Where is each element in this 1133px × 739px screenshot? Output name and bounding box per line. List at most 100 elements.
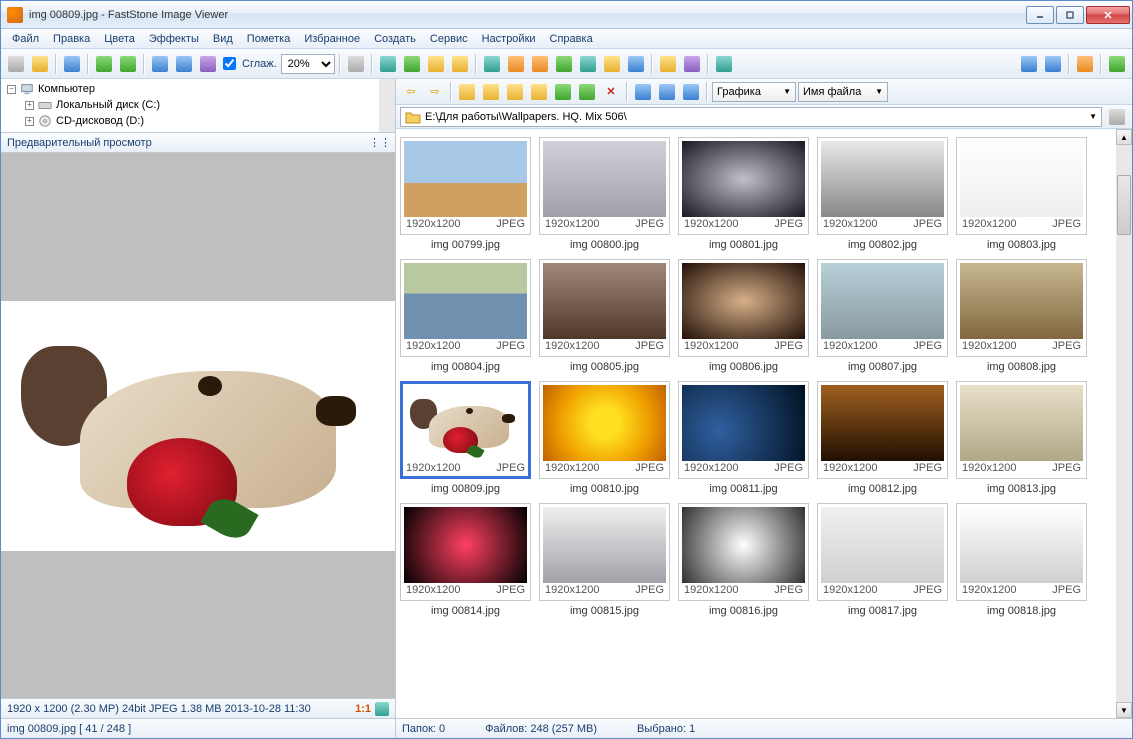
print-icon[interactable]	[681, 53, 703, 75]
thumb-card[interactable]: 1920x1200JPEGimg 00807.jpg	[817, 259, 948, 373]
undo-icon[interactable]	[93, 53, 115, 75]
delete-icon[interactable]: ✕	[600, 81, 622, 103]
hand-icon[interactable]	[345, 53, 367, 75]
thumb-frame[interactable]: 1920x1200JPEG	[539, 259, 670, 357]
crop-icon[interactable]	[449, 53, 471, 75]
refresh-icon[interactable]	[480, 81, 502, 103]
move-to-icon[interactable]	[576, 81, 598, 103]
rotate-left-icon[interactable]	[529, 53, 551, 75]
acquire-icon[interactable]	[5, 53, 27, 75]
maximize-button[interactable]	[1056, 6, 1084, 24]
thumb-frame[interactable]: 1920x1200JPEG	[400, 137, 531, 235]
menu-эффекты[interactable]: Эффекты	[142, 31, 206, 47]
thumb-frame[interactable]: 1920x1200JPEG	[956, 503, 1087, 601]
thumb-card[interactable]: 1920x1200JPEGimg 00817.jpg	[817, 503, 948, 617]
recycle-icon[interactable]	[1106, 106, 1128, 128]
zoom-fit-icon[interactable]	[197, 53, 219, 75]
resize-icon[interactable]	[481, 53, 503, 75]
rotate-right-icon[interactable]	[553, 53, 575, 75]
save-icon[interactable]	[61, 53, 83, 75]
thumb-card[interactable]: 1920x1200JPEGimg 00811.jpg	[678, 381, 809, 495]
thumb-frame[interactable]: 1920x1200JPEG	[678, 137, 809, 235]
thumb-card[interactable]: 1920x1200JPEGimg 00808.jpg	[956, 259, 1087, 373]
menu-файл[interactable]: Файл	[5, 31, 46, 47]
thumb-frame[interactable]: 1920x1200JPEG	[400, 381, 531, 479]
thumb-frame[interactable]: 1920x1200JPEG	[400, 259, 531, 357]
histogram-icon[interactable]	[375, 702, 389, 716]
thumb-card[interactable]: 1920x1200JPEGimg 00816.jpg	[678, 503, 809, 617]
view-mode-combo[interactable]: Графика▼	[712, 82, 796, 102]
thumb-card[interactable]: 1920x1200JPEGimg 00800.jpg	[539, 137, 670, 251]
batch-icon[interactable]	[425, 53, 447, 75]
back-icon[interactable]: ⇦	[400, 81, 422, 103]
browser-scrollbar[interactable]: ▲ ▼	[1116, 129, 1132, 718]
zoom-combo[interactable]: 20%	[281, 54, 335, 74]
dropdown-icon[interactable]: ▼	[1089, 112, 1097, 121]
zoom-out-icon[interactable]	[173, 53, 195, 75]
thumb-card[interactable]: 1920x1200JPEGimg 00812.jpg	[817, 381, 948, 495]
dual-icon[interactable]	[1106, 53, 1128, 75]
detailview-icon[interactable]	[680, 81, 702, 103]
wallpaper-icon[interactable]	[625, 53, 647, 75]
thumb-card[interactable]: 1920x1200JPEGimg 00799.jpg	[400, 137, 531, 251]
adjust-icon[interactable]	[505, 53, 527, 75]
favorite-icon[interactable]	[528, 81, 550, 103]
expand-icon[interactable]: +	[25, 117, 34, 126]
scroll-thumb[interactable]	[1117, 175, 1131, 235]
menu-настройки[interactable]: Настройки	[475, 31, 543, 47]
redo-icon[interactable]	[117, 53, 139, 75]
menu-справка[interactable]: Справка	[543, 31, 600, 47]
flip-h-icon[interactable]	[577, 53, 599, 75]
save-as-icon[interactable]	[29, 53, 51, 75]
settings-icon[interactable]	[713, 53, 735, 75]
thumb-card[interactable]: 1920x1200JPEGimg 00804.jpg	[400, 259, 531, 373]
view-thumb-icon[interactable]	[1018, 53, 1040, 75]
tree-scrollbar[interactable]	[379, 79, 395, 132]
view-list-icon[interactable]	[1042, 53, 1064, 75]
thumb-card[interactable]: 1920x1200JPEGimg 00818.jpg	[956, 503, 1087, 617]
grip-icon[interactable]: ⋮⋮	[369, 136, 391, 149]
thumb-frame[interactable]: 1920x1200JPEG	[678, 503, 809, 601]
thumb-frame[interactable]: 1920x1200JPEG	[539, 137, 670, 235]
up-icon[interactable]	[456, 81, 478, 103]
thumb-frame[interactable]: 1920x1200JPEG	[817, 381, 948, 479]
thumb-frame[interactable]: 1920x1200JPEG	[956, 381, 1087, 479]
address-field[interactable]: E:\Для работы\Wallpapers. HQ. Mix 506\ ▼	[400, 107, 1102, 127]
thumb-frame[interactable]: 1920x1200JPEG	[400, 503, 531, 601]
menu-правка[interactable]: Правка	[46, 31, 97, 47]
thumbview-icon[interactable]	[632, 81, 654, 103]
smooth-checkbox[interactable]	[223, 57, 236, 70]
thumb-card[interactable]: 1920x1200JPEGimg 00805.jpg	[539, 259, 670, 373]
menu-сервис[interactable]: Сервис	[423, 31, 475, 47]
thumb-card[interactable]: 1920x1200JPEGimg 00806.jpg	[678, 259, 809, 373]
menu-избранное[interactable]: Избранное	[297, 31, 367, 47]
tree-drive-c[interactable]: + Локальный диск (C:)	[3, 97, 393, 113]
scroll-down-icon[interactable]: ▼	[1116, 702, 1132, 718]
menu-вид[interactable]: Вид	[206, 31, 240, 47]
thumb-card[interactable]: 1920x1200JPEGimg 00801.jpg	[678, 137, 809, 251]
thumb-card[interactable]: 1920x1200JPEGimg 00813.jpg	[956, 381, 1087, 495]
fullscreen-icon[interactable]	[1074, 53, 1096, 75]
zoom-in-icon[interactable]	[149, 53, 171, 75]
thumb-card[interactable]: 1920x1200JPEGimg 00810.jpg	[539, 381, 670, 495]
new-folder-icon[interactable]	[504, 81, 526, 103]
thumb-frame[interactable]: 1920x1200JPEG	[539, 503, 670, 601]
menu-создать[interactable]: Создать	[367, 31, 423, 47]
listview-icon[interactable]	[656, 81, 678, 103]
slideshow-icon[interactable]	[377, 53, 399, 75]
copy-to-icon[interactable]	[552, 81, 574, 103]
thumb-card[interactable]: 1920x1200JPEGimg 00802.jpg	[817, 137, 948, 251]
menu-пометка[interactable]: Пометка	[240, 31, 298, 47]
thumb-frame[interactable]: 1920x1200JPEG	[678, 259, 809, 357]
sort-combo[interactable]: Имя файла▼	[798, 82, 888, 102]
thumb-frame[interactable]: 1920x1200JPEG	[539, 381, 670, 479]
forward-icon[interactable]: ⇨	[424, 81, 446, 103]
thumb-frame[interactable]: 1920x1200JPEG	[678, 381, 809, 479]
scroll-up-icon[interactable]: ▲	[1116, 129, 1132, 145]
tree-drive-d[interactable]: + CD-дисковод (D:)	[3, 113, 393, 129]
thumb-card[interactable]: 1920x1200JPEGimg 00809.jpg	[400, 381, 531, 495]
thumb-frame[interactable]: 1920x1200JPEG	[956, 259, 1087, 357]
compare-icon[interactable]	[401, 53, 423, 75]
thumb-card[interactable]: 1920x1200JPEGimg 00814.jpg	[400, 503, 531, 617]
thumb-card[interactable]: 1920x1200JPEGimg 00803.jpg	[956, 137, 1087, 251]
